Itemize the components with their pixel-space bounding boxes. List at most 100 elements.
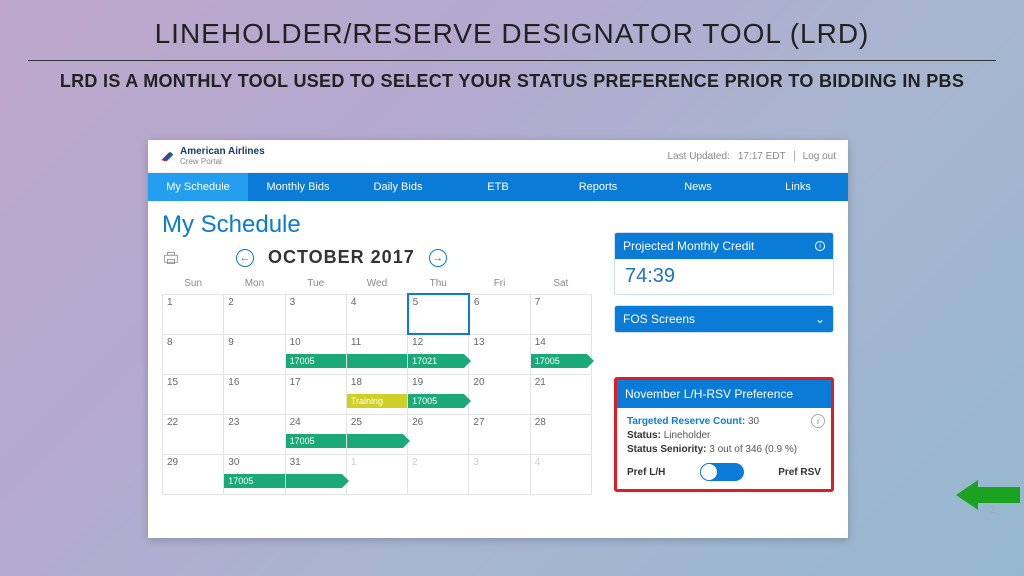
calendar-cell[interactable]: 31: [285, 454, 346, 494]
day-header: Mon: [224, 274, 285, 294]
calendar-cell[interactable]: 26: [408, 414, 469, 454]
slide-number: 2: [990, 504, 996, 516]
day-header: Fri: [469, 274, 530, 294]
calendar-cell[interactable]: 17: [285, 374, 346, 414]
nav-monthly-bids[interactable]: Monthly Bids: [248, 173, 348, 201]
divider: [28, 60, 996, 61]
trip-pill[interactable]: 17021: [408, 354, 464, 368]
calendar-cell[interactable]: 20: [469, 374, 530, 414]
toggle-right-label: Pref RSV: [778, 467, 821, 478]
calendar-cell[interactable]: 4: [530, 454, 591, 494]
calendar-cell[interactable]: 29: [163, 454, 224, 494]
credit-info-icon[interactable]: i: [815, 241, 825, 251]
trip-pill[interactable]: 17005: [408, 394, 464, 408]
calendar-cell[interactable]: 4: [346, 294, 407, 334]
calendar-cell[interactable]: 23: [224, 414, 285, 454]
calendar-cell[interactable]: 1017005: [285, 334, 346, 374]
day-header: Wed: [346, 274, 407, 294]
nav-etb[interactable]: ETB: [448, 173, 548, 201]
month-label: OCTOBER 2017: [268, 247, 415, 268]
trip-pill[interactable]: 17005: [286, 354, 346, 368]
last-updated-label: Last Updated:: [668, 151, 730, 162]
calendar-cell[interactable]: 1917005: [408, 374, 469, 414]
last-updated-value: 17:17 EDT: [738, 151, 786, 162]
brand-line1: American Airlines: [180, 146, 265, 157]
calendar-cell[interactable]: 1217021: [408, 334, 469, 374]
calendar-cell[interactable]: 2: [224, 294, 285, 334]
toggle-left-label: Pref L/H: [627, 467, 665, 478]
logout-link[interactable]: Log out: [803, 151, 836, 162]
calendar-cell[interactable]: 18Training: [346, 374, 407, 414]
calendar-cell[interactable]: 25: [346, 414, 407, 454]
calendar-cell[interactable]: 9: [224, 334, 285, 374]
credit-value: 74:39: [615, 259, 833, 294]
reserve-count-value: 30: [748, 416, 759, 427]
seniority-label: Status Seniority:: [627, 444, 706, 455]
trip-pill[interactable]: Training: [347, 394, 407, 408]
header-bar: American Airlines Crew Portal Last Updat…: [148, 140, 848, 173]
trip-pill[interactable]: [286, 474, 342, 488]
lh-rsv-preference-card: November L/H-RSV Preference i Targeted R…: [614, 377, 834, 492]
trip-pill[interactable]: 17005: [531, 354, 587, 368]
calendar-cell[interactable]: 1: [163, 294, 224, 334]
calendar-cell[interactable]: 7: [530, 294, 591, 334]
calendar-cell[interactable]: 3: [469, 454, 530, 494]
print-icon[interactable]: [162, 251, 180, 265]
brand-line2: Crew Portal: [180, 157, 265, 166]
status-label: Status:: [627, 430, 661, 441]
nav-daily-bids[interactable]: Daily Bids: [348, 173, 448, 201]
pref-info-icon[interactable]: i: [811, 414, 825, 428]
calendar-cell[interactable]: 13: [469, 334, 530, 374]
calendar-cell[interactable]: 11: [346, 334, 407, 374]
calendar-cell[interactable]: 1417005: [530, 334, 591, 374]
trip-pill[interactable]: 17005: [224, 474, 284, 488]
callout-arrow-icon: [956, 480, 1020, 510]
prev-month-button[interactable]: ←: [236, 249, 254, 267]
nav-my-schedule[interactable]: My Schedule: [148, 173, 248, 201]
projected-credit-card: Projected Monthly Credit i 74:39: [614, 232, 834, 295]
calendar-cell[interactable]: 16: [224, 374, 285, 414]
nav-links[interactable]: Links: [748, 173, 848, 201]
day-header: Thu: [408, 274, 469, 294]
preference-toggle[interactable]: [700, 463, 744, 481]
fos-title: FOS Screens: [623, 312, 695, 326]
pref-title: November L/H-RSV Preference: [617, 380, 831, 408]
calendar-cell[interactable]: 8: [163, 334, 224, 374]
nav-reports[interactable]: Reports: [548, 173, 648, 201]
credit-title: Projected Monthly Credit: [623, 239, 754, 253]
trip-pill[interactable]: 17005: [286, 434, 346, 448]
calendar-cell[interactable]: 28: [530, 414, 591, 454]
calendar-cell[interactable]: 21: [530, 374, 591, 414]
airline-logo-icon: [160, 148, 176, 164]
screenshot-panel: American Airlines Crew Portal Last Updat…: [148, 140, 848, 538]
day-header: Sat: [530, 274, 591, 294]
trip-pill[interactable]: [347, 434, 403, 448]
calendar-cell[interactable]: 2417005: [285, 414, 346, 454]
trip-pill[interactable]: [347, 354, 407, 368]
slide-title: LINEHOLDER/RESERVE DESIGNATOR TOOL (LRD): [0, 0, 1024, 50]
chevron-down-icon: ⌄: [815, 312, 825, 326]
status-value: Lineholder: [664, 430, 711, 441]
calendar-cell[interactable]: 5: [408, 294, 469, 334]
calendar-cell[interactable]: 6: [469, 294, 530, 334]
reserve-count-label: Targeted Reserve Count:: [627, 416, 745, 427]
brand: American Airlines Crew Portal: [160, 146, 265, 166]
calendar-cell[interactable]: 3: [285, 294, 346, 334]
nav-news[interactable]: News: [648, 173, 748, 201]
main-nav: My ScheduleMonthly BidsDaily BidsETBRepo…: [148, 173, 848, 201]
calendar-cell[interactable]: 1: [346, 454, 407, 494]
calendar-cell[interactable]: 15: [163, 374, 224, 414]
header-meta: Last Updated: 17:17 EDT Log out: [668, 151, 836, 162]
day-header: Sun: [163, 274, 224, 294]
seniority-value: 3 out of 346 (0.9 %): [709, 444, 797, 455]
calendar-cell[interactable]: 22: [163, 414, 224, 454]
separator: [794, 151, 795, 161]
calendar-cell[interactable]: 27: [469, 414, 530, 454]
calendar-cell[interactable]: 2: [408, 454, 469, 494]
fos-screens-card[interactable]: FOS Screens ⌄: [614, 305, 834, 333]
next-month-button[interactable]: →: [429, 249, 447, 267]
calendar-cell[interactable]: 3017005: [224, 454, 285, 494]
day-header: Tue: [285, 274, 346, 294]
calendar-grid: SunMonTueWedThuFriSat 123456789101700511…: [162, 274, 592, 495]
slide-subtitle: LRD IS A MONTHLY TOOL USED TO SELECT YOU…: [0, 71, 1024, 92]
